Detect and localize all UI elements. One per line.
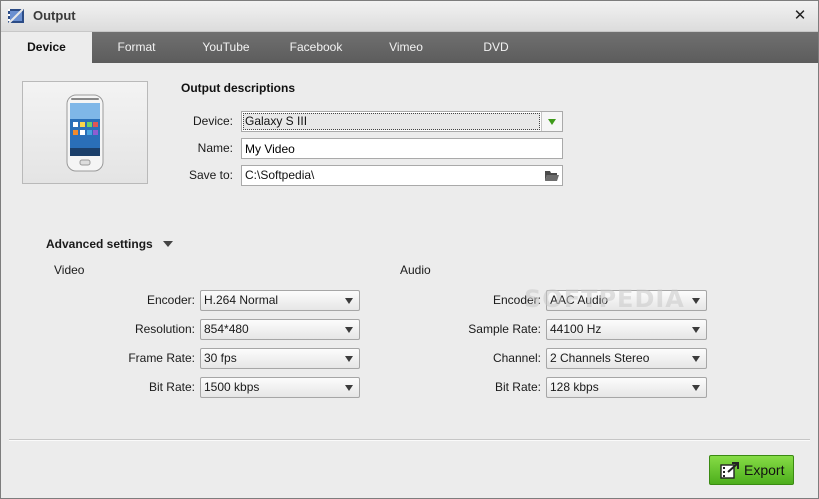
audio-encoder-value: AAC Audio: [550, 293, 609, 307]
sample-rate-value: 44100 Hz: [550, 322, 602, 336]
sample-rate-select[interactable]: 44100 Hz: [546, 319, 707, 340]
frame-rate-select[interactable]: 30 fps: [200, 348, 360, 369]
dropdown-arrow-icon: [692, 298, 700, 304]
audio-encoder-select[interactable]: AAC Audio: [546, 290, 707, 311]
window-title: Output: [33, 8, 76, 23]
audio-group-title: Audio: [400, 263, 431, 277]
video-encoder-select[interactable]: H.264 Normal: [200, 290, 360, 311]
app-film-icon: [8, 8, 24, 24]
tab-facebook[interactable]: Facebook: [271, 32, 361, 63]
video-bit-rate-label: Bit Rate:: [148, 380, 195, 394]
close-button[interactable]: ✕: [792, 7, 808, 25]
tab-format[interactable]: Format: [92, 32, 181, 63]
export-icon: [720, 462, 739, 479]
resolution-select[interactable]: 854*480: [200, 319, 360, 340]
channel-select[interactable]: 2 Channels Stereo: [546, 348, 707, 369]
frame-rate-value: 30 fps: [204, 351, 237, 365]
dropdown-arrow-icon[interactable]: [541, 112, 562, 131]
tab-youtube[interactable]: YouTube: [181, 32, 271, 63]
export-label: Export: [744, 462, 785, 478]
resolution-label: Resolution:: [134, 322, 195, 336]
audio-bit-rate-label: Bit Rate:: [494, 380, 541, 394]
dropdown-arrow-icon: [345, 356, 353, 362]
close-icon: ✕: [793, 7, 807, 24]
channel-label: Channel:: [492, 351, 541, 365]
video-encoder-value: H.264 Normal: [204, 293, 279, 307]
tab-vimeo[interactable]: Vimeo: [361, 32, 451, 63]
save-to-label: Save to:: [188, 168, 233, 182]
video-group-title: Video: [54, 263, 85, 277]
title-bar: Output ✕: [1, 1, 818, 32]
chevron-down-icon[interactable]: [163, 241, 173, 247]
output-window: Output ✕ Device Format YouTube Facebook …: [0, 0, 819, 499]
name-label: Name:: [197, 141, 233, 155]
channel-value: 2 Channels Stereo: [550, 351, 650, 365]
sample-rate-label: Sample Rate:: [468, 322, 541, 336]
audio-bit-rate-select[interactable]: 128 kbps: [546, 377, 707, 398]
tab-bar: Device Format YouTube Facebook Vimeo DVD: [1, 32, 818, 63]
device-preview: [22, 81, 148, 184]
phone-icon: [66, 94, 104, 172]
frame-rate-label: Frame Rate:: [128, 351, 195, 365]
name-input[interactable]: [245, 139, 562, 158]
video-bit-rate-value: 1500 kbps: [204, 380, 260, 394]
export-button[interactable]: Export: [709, 455, 794, 485]
dropdown-arrow-icon: [345, 385, 353, 391]
save-to-value: C:\Softpedia\: [245, 168, 315, 182]
footer-divider: [9, 439, 810, 441]
output-descriptions-title: Output descriptions: [181, 81, 295, 95]
audio-bit-rate-value: 128 kbps: [550, 380, 599, 394]
name-field[interactable]: [241, 138, 563, 159]
tab-dvd[interactable]: DVD: [451, 32, 541, 63]
device-value: Galaxy S III: [243, 113, 540, 130]
dropdown-arrow-icon: [692, 356, 700, 362]
video-encoder-label: Encoder:: [146, 293, 195, 307]
dropdown-arrow-icon: [345, 327, 353, 333]
device-dropdown[interactable]: Galaxy S III: [241, 111, 563, 132]
save-to-field[interactable]: C:\Softpedia\: [241, 165, 563, 186]
dropdown-arrow-icon: [345, 298, 353, 304]
device-label: Device:: [192, 114, 233, 128]
audio-encoder-label: Encoder:: [492, 293, 541, 307]
folder-icon[interactable]: [544, 168, 560, 183]
video-bit-rate-select[interactable]: 1500 kbps: [200, 377, 360, 398]
tab-device[interactable]: Device: [1, 32, 92, 63]
dropdown-arrow-icon: [692, 385, 700, 391]
resolution-value: 854*480: [204, 322, 249, 336]
advanced-settings-toggle[interactable]: Advanced settings: [46, 237, 153, 251]
dropdown-arrow-icon: [692, 327, 700, 333]
